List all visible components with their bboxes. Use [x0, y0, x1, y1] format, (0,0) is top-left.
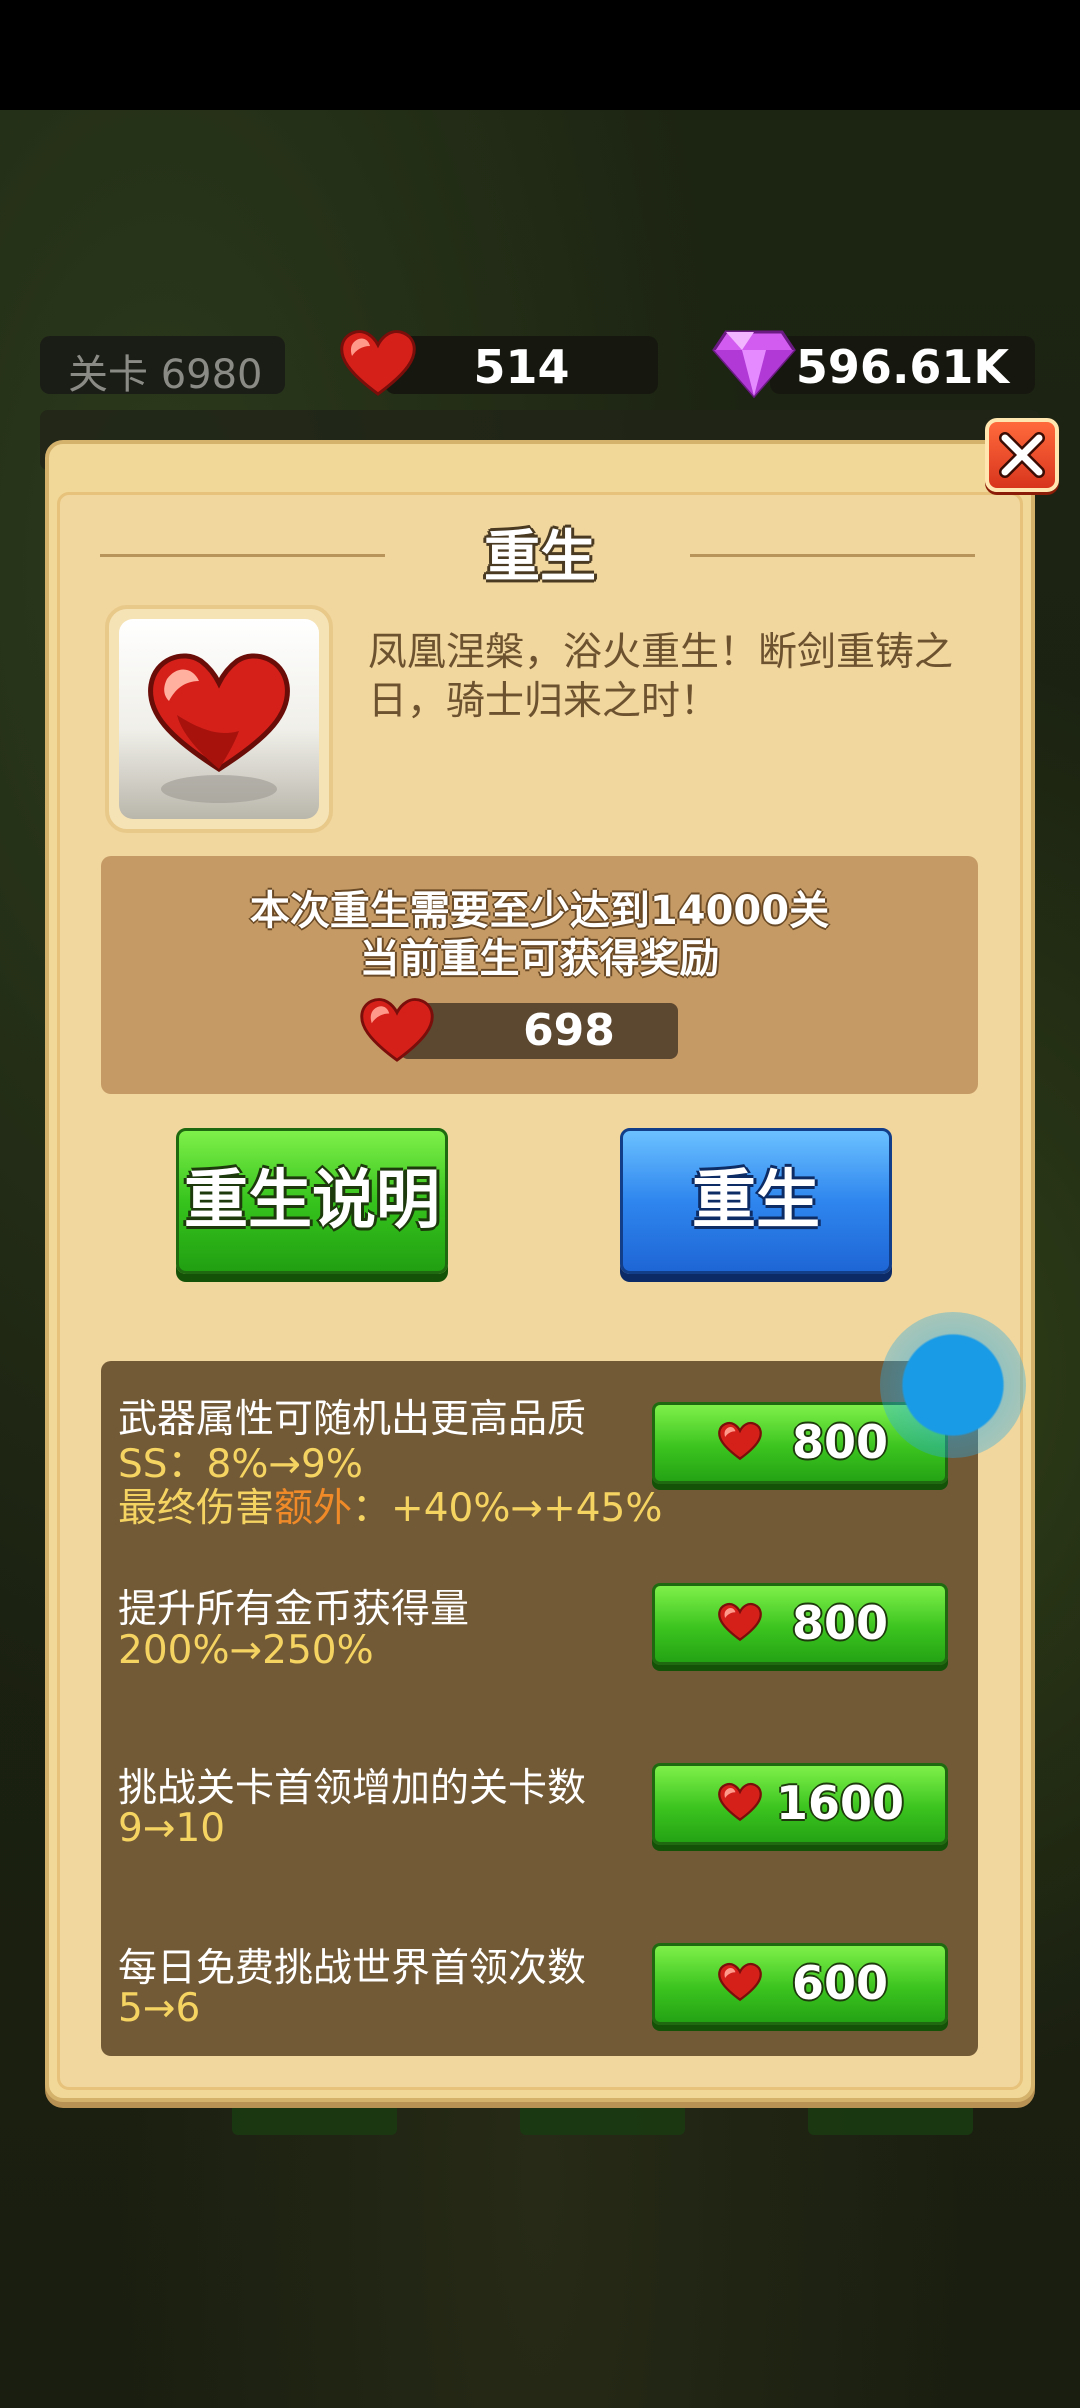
hearts-counter: 514	[385, 336, 658, 394]
touch-indicator	[880, 1312, 1026, 1458]
gems-counter: 596.61K	[770, 336, 1035, 394]
heart-icon	[718, 1421, 762, 1461]
upgrade-detail: 200%→250%	[118, 1628, 374, 1673]
upgrade-buy-button[interactable]: 800	[652, 1583, 948, 1665]
rebirth-button[interactable]: 重生	[620, 1128, 892, 1274]
heart-icon	[340, 330, 416, 396]
upgrade-buy-button[interactable]: 1600	[652, 1763, 948, 1845]
upgrade-detail: 最终伤害额外：+40%→+45%	[118, 1477, 662, 1533]
upgrade-detail-prefix: 最终伤害	[118, 1486, 275, 1531]
gem-icon	[712, 330, 796, 398]
upgrade-cost: 1600	[775, 1776, 905, 1830]
heart-icon	[718, 1782, 762, 1822]
description-line-2: 日，骑士归来之时！	[368, 679, 720, 724]
heart-icon	[360, 998, 434, 1062]
heart-icon	[148, 653, 290, 803]
rebirth-item-frame	[105, 605, 333, 833]
close-icon	[999, 432, 1045, 478]
close-button[interactable]	[985, 418, 1059, 492]
reward-amount: 698	[400, 1003, 678, 1059]
hearts-value: 514	[473, 340, 570, 394]
upgrade-detail: 5→6	[118, 1986, 201, 2031]
upgrade-detail: 9→10	[118, 1806, 226, 1851]
heart-icon	[718, 1602, 762, 1642]
level-label: 关卡 6980	[68, 352, 263, 398]
upgrade-detail-suffix: ：+40%→+45%	[352, 1486, 663, 1531]
gems-value: 596.61K	[795, 340, 1010, 394]
rebirth-description: 凤凰涅槃，浴火重生！断剑重铸之 日，骑士归来之时！	[368, 628, 988, 726]
upgrade-title: 提升所有金币获得量	[118, 1587, 470, 1632]
upgrade-cost: 600	[791, 1956, 889, 2010]
upgrade-buy-button[interactable]: 600	[652, 1943, 948, 2025]
rebirth-explain-button[interactable]: 重生说明	[176, 1128, 448, 1274]
upgrade-detail-highlight: 额外	[274, 1486, 353, 1531]
heart-icon	[718, 1962, 762, 2002]
dialog-title: 重生	[484, 525, 596, 590]
status-bar	[0, 0, 1080, 110]
reward-caption: 当前重生可获得奖励	[359, 936, 720, 982]
upgrade-title: 每日免费挑战世界首领次数	[118, 1946, 587, 1991]
upgrade-cost: 800	[791, 1596, 889, 1650]
level-indicator: 关卡 6980	[40, 336, 285, 398]
reward-value: 698	[523, 1005, 615, 1056]
description-line-1: 凤凰涅槃，浴火重生！断剑重铸之	[368, 630, 954, 675]
upgrade-title: 挑战关卡首领增加的关卡数	[118, 1766, 587, 1811]
rebirth-item-background	[119, 619, 319, 819]
